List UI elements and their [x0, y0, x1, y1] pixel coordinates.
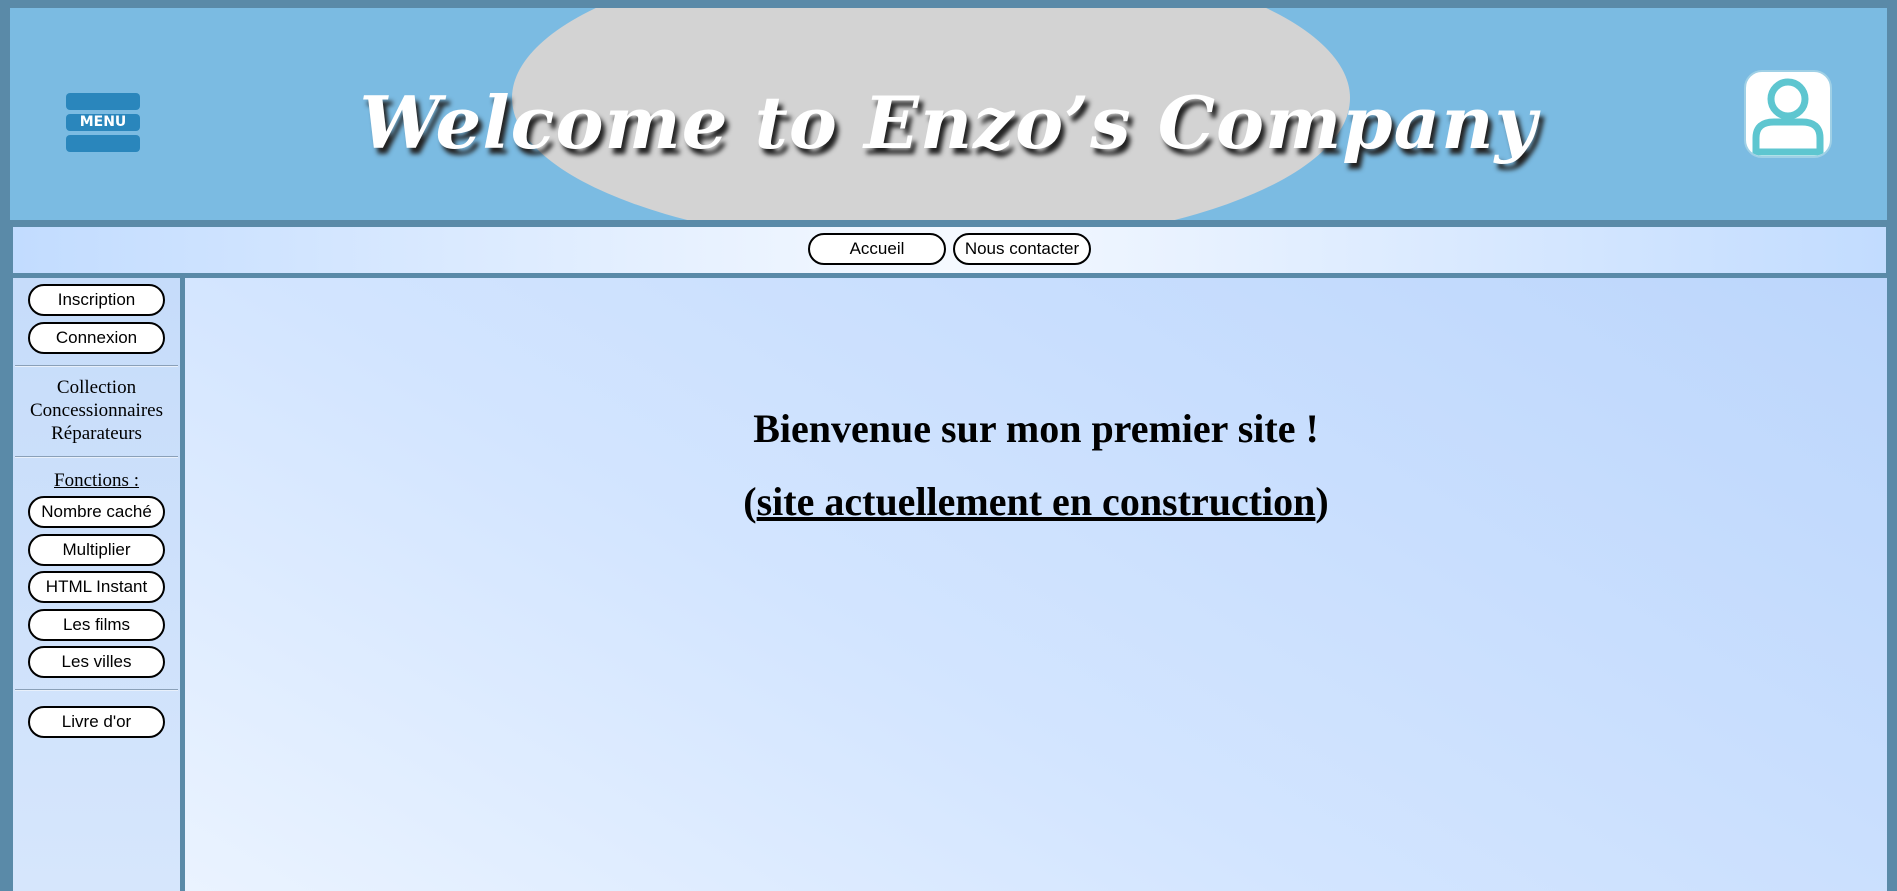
- functions-heading: Fonctions :: [54, 470, 139, 491]
- sidebar-link-collection[interactable]: Collection: [13, 377, 180, 399]
- construction-text: site actuellement en construction: [756, 479, 1316, 524]
- nombre-cache-button[interactable]: Nombre caché: [28, 496, 165, 528]
- top-navigation: Accueil Nous contacter: [13, 227, 1886, 273]
- connexion-button[interactable]: Connexion: [28, 322, 165, 354]
- paren-close: ): [1315, 479, 1329, 524]
- nav-contact-button[interactable]: Nous contacter: [953, 233, 1091, 265]
- sidebar-divider: [15, 689, 178, 691]
- main-content: Bienvenue sur mon premier site ! (site a…: [185, 278, 1887, 891]
- sidebar-divider: [15, 365, 178, 367]
- multiplier-button[interactable]: Multiplier: [28, 534, 165, 566]
- inscription-button[interactable]: Inscription: [28, 284, 165, 316]
- site-title: Welcome to Enzo’s Company: [359, 80, 1538, 165]
- livre-dor-button[interactable]: Livre d'or: [28, 706, 165, 738]
- html-instant-button[interactable]: HTML Instant: [28, 571, 165, 603]
- nav-accueil-button[interactable]: Accueil: [808, 233, 946, 265]
- user-profile-button[interactable]: [1744, 70, 1832, 158]
- sidebar-link-reparateurs[interactable]: Réparateurs: [13, 423, 180, 445]
- paren-open: (: [743, 479, 757, 524]
- welcome-heading: Bienvenue sur mon premier site !: [753, 406, 1319, 451]
- les-films-button[interactable]: Les films: [28, 609, 165, 641]
- sidebar: Inscription Connexion Collection Concess…: [13, 278, 180, 891]
- les-villes-button[interactable]: Les villes: [28, 646, 165, 678]
- user-profile-icon: [1752, 78, 1824, 156]
- sidebar-divider: [15, 456, 178, 458]
- sidebar-link-concessionnaires[interactable]: Concessionnaires: [13, 400, 180, 422]
- site-header: MENU Welcome to Enzo’s Company: [10, 8, 1887, 220]
- construction-notice: (site actuellement en construction): [185, 478, 1887, 525]
